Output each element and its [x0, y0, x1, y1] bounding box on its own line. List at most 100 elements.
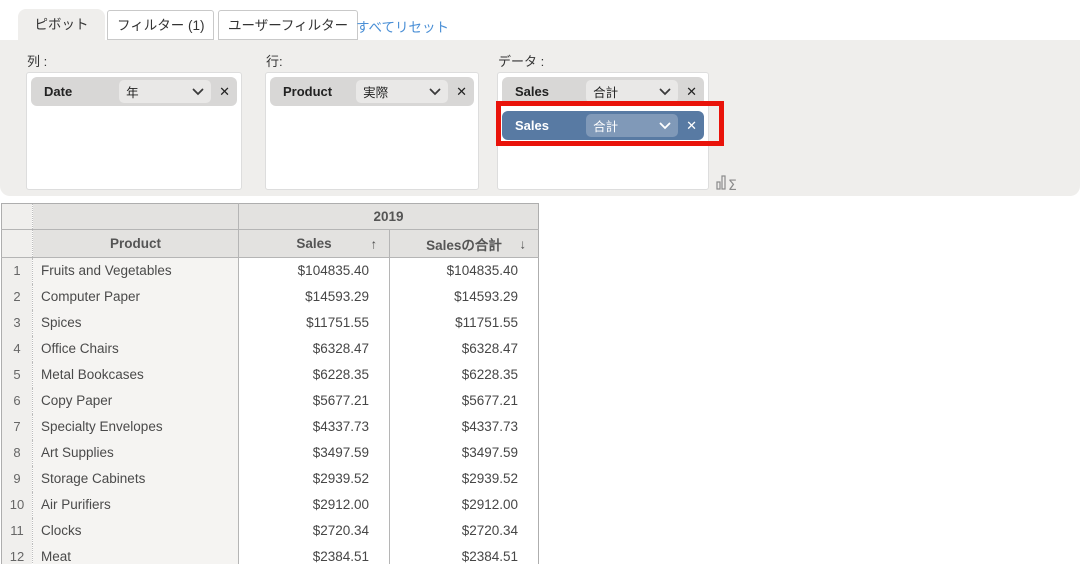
chevron-down-icon [659, 122, 671, 129]
table-row: 9 Storage Cabinets $2939.52 $2939.52 [1, 465, 539, 492]
row-index-cell: 10 [1, 491, 33, 518]
row-index-cell: 2 [1, 283, 33, 310]
product-header-spacer [32, 203, 239, 230]
pill-field-label: Product [283, 84, 333, 99]
product-cell: Storage Cabinets [32, 465, 239, 492]
table-row: 7 Specialty Envelopes $4337.73 $4337.73 [1, 413, 539, 440]
sales-aggregate-dropdown[interactable]: 合計 [586, 114, 679, 137]
sales-total-cell: $2912.00 [389, 491, 539, 518]
chevron-down-icon [429, 88, 441, 95]
sales-total-cell: $11751.55 [389, 309, 539, 336]
aggregate-value: 実際 [363, 86, 389, 100]
remove-field-icon[interactable]: ✕ [686, 84, 697, 100]
row-index-cell: 5 [1, 361, 33, 388]
product-cell: Meat [32, 543, 239, 564]
sales-cell: $2720.34 [238, 517, 390, 544]
sales-cell: $3497.59 [238, 439, 390, 466]
chevron-down-icon [192, 88, 204, 95]
sales-header-label: Sales [296, 236, 332, 251]
product-cell: Metal Bookcases [32, 361, 239, 388]
summary-function-icon[interactable]: Σ [715, 171, 741, 194]
product-cell: Air Purifiers [32, 491, 239, 518]
sales-total-cell: $2720.34 [389, 517, 539, 544]
sales-total-cell: $3497.59 [389, 439, 539, 466]
tab-filters[interactable]: フィルター (1) [107, 10, 215, 40]
pivot-table-body: 1 Fruits and Vegetables $104835.40 $104835.… [1, 257, 539, 564]
table-row: 8 Art Supplies $3497.59 $3497.59 [1, 439, 539, 466]
row-index-header [1, 229, 33, 258]
sales-total-column-header[interactable]: Salesの合計 ↓ [389, 229, 539, 258]
remove-field-icon[interactable]: ✕ [219, 84, 230, 100]
year-header[interactable]: 2019 [238, 203, 539, 230]
aggregate-value: 年 [126, 86, 139, 100]
date-aggregate-dropdown[interactable]: 年 [119, 80, 212, 103]
product-aggregate-dropdown[interactable]: 実際 [356, 80, 449, 103]
aggregate-value: 合計 [593, 120, 619, 134]
rows-pill-product[interactable]: Product 実際 ✕ [270, 77, 474, 106]
sales-column-header[interactable]: Sales ↑ [238, 229, 390, 258]
remove-field-icon[interactable]: ✕ [456, 84, 467, 100]
sales-cell: $5677.21 [238, 387, 390, 414]
sales-cell: $14593.29 [238, 283, 390, 310]
sales-total-cell: $5677.21 [389, 387, 539, 414]
corner-cell [1, 203, 33, 230]
product-cell: Copy Paper [32, 387, 239, 414]
sales-cell: $2912.00 [238, 491, 390, 518]
pill-field-label: Date [44, 84, 73, 99]
sales-cell: $6328.47 [238, 335, 390, 362]
row-index-cell: 8 [1, 439, 33, 466]
sales-cell: $4337.73 [238, 413, 390, 440]
data-zone-label: データ : [498, 54, 545, 69]
row-index-cell: 1 [1, 257, 33, 284]
pivot-editor-screen: ピボット フィルター (1) ユーザーフィルター すべてリセット 列 : 行: … [0, 0, 1080, 564]
sales-total-cell: $6228.35 [389, 361, 539, 388]
remove-field-icon[interactable]: ✕ [686, 118, 697, 134]
table-row: 11 Clocks $2720.34 $2720.34 [1, 517, 539, 544]
sales-cell: $6228.35 [238, 361, 390, 388]
product-cell: Fruits and Vegetables [32, 257, 239, 284]
tab-pivot[interactable]: ピボット [18, 9, 105, 41]
aggregate-value: 合計 [593, 86, 619, 100]
table-row: 4 Office Chairs $6328.47 $6328.47 [1, 335, 539, 362]
row-index-cell: 11 [1, 517, 33, 544]
row-index-cell: 3 [1, 309, 33, 336]
bar-chart-sigma-icon: Σ [716, 175, 737, 194]
reset-all-link[interactable]: すべてリセット [356, 16, 449, 36]
row-index-cell: 7 [1, 413, 33, 440]
sales-total-header-label: Salesの合計 [426, 237, 502, 253]
table-row: 3 Spices $11751.55 $11751.55 [1, 309, 539, 336]
sales-total-cell: $6328.47 [389, 335, 539, 362]
data-pill-sales-1[interactable]: Sales 合計 ✕ [502, 77, 704, 106]
sales-total-cell: $2939.52 [389, 465, 539, 492]
sort-descending-icon[interactable]: ↓ [520, 236, 527, 251]
columns-dropzone[interactable]: Date 年 ✕ [26, 72, 242, 190]
table-row: 10 Air Purifiers $2912.00 $2912.00 [1, 491, 539, 518]
sort-ascending-icon[interactable]: ↑ [371, 236, 378, 251]
pivot-builder-panel: 列 : 行: データ : Date 年 ✕ Product 実際 ✕ Sales… [0, 40, 1080, 196]
svg-text:Σ: Σ [728, 178, 737, 193]
sales-total-cell: $2384.51 [389, 543, 539, 564]
columns-pill-date[interactable]: Date 年 ✕ [31, 77, 237, 106]
sales-total-cell: $4337.73 [389, 413, 539, 440]
row-index-cell: 6 [1, 387, 33, 414]
product-column-header[interactable]: Product [32, 229, 239, 258]
row-index-cell: 4 [1, 335, 33, 362]
table-row: 1 Fruits and Vegetables $104835.40 $104835.… [1, 257, 539, 284]
sales-cell: $104835.40 [238, 257, 390, 284]
product-cell: Computer Paper [32, 283, 239, 310]
data-pill-sales-2-selected[interactable]: Sales 合計 ✕ [502, 111, 704, 140]
sales-aggregate-dropdown[interactable]: 合計 [586, 80, 679, 103]
row-index-cell: 12 [1, 543, 33, 564]
sales-cell: $2384.51 [238, 543, 390, 564]
table-row: 6 Copy Paper $5677.21 $5677.21 [1, 387, 539, 414]
table-row: 2 Computer Paper $14593.29 $14593.29 [1, 283, 539, 310]
tab-user-filters[interactable]: ユーザーフィルター [218, 10, 359, 40]
product-cell: Specialty Envelopes [32, 413, 239, 440]
pivot-table: 2019 Product Sales ↑ Salesの合計 ↓ 1 Fruits … [1, 203, 539, 564]
pill-field-label: Sales [515, 84, 549, 99]
sales-cell: $11751.55 [238, 309, 390, 336]
row-index-cell: 9 [1, 465, 33, 492]
sales-cell: $2939.52 [238, 465, 390, 492]
rows-dropzone[interactable]: Product 実際 ✕ [265, 72, 479, 190]
data-dropzone[interactable]: Sales 合計 ✕ Sales 合計 ✕ [497, 72, 709, 190]
